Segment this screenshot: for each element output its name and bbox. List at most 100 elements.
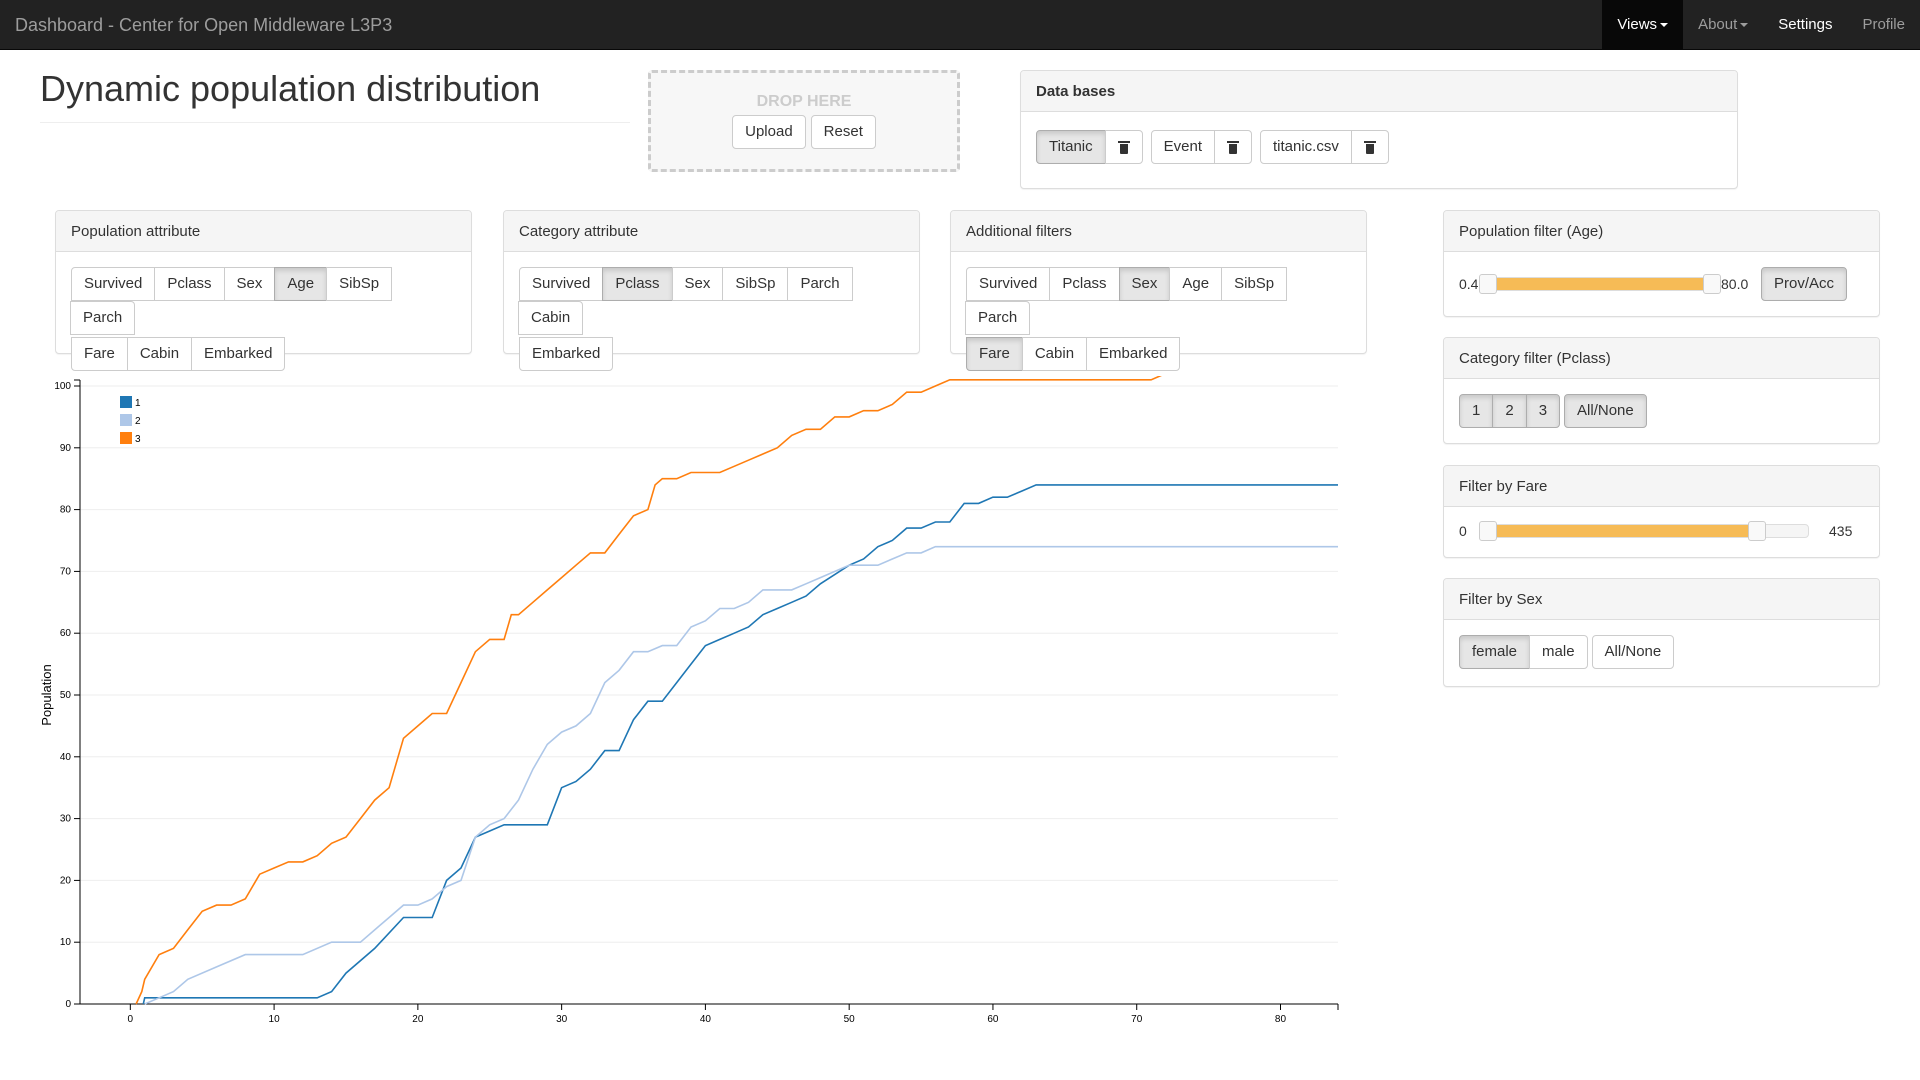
sex-all-none-button[interactable]: All/None	[1591, 635, 1675, 669]
x-tick-label: 70	[1131, 1014, 1143, 1025]
fare-slider-min-handle[interactable]	[1479, 521, 1497, 541]
pop-attr-sex[interactable]: Sex	[223, 267, 276, 301]
cat-attr-sex[interactable]: Sex	[671, 267, 724, 301]
pop-attr-sibsp[interactable]: SibSp	[326, 267, 393, 301]
y-tick-label: 10	[60, 937, 72, 948]
cat-attr-embarked[interactable]: Embarked	[519, 337, 614, 371]
y-tick-label: 100	[54, 381, 71, 392]
add-filter-sex[interactable]: Sex	[1118, 267, 1171, 301]
nav-settings[interactable]: Settings	[1763, 0, 1847, 50]
x-tick-label: 0	[128, 1014, 134, 1025]
y-tick-label: 80	[60, 505, 72, 516]
x-tick-label: 40	[700, 1014, 712, 1025]
age-range-slider[interactable]	[1479, 274, 1721, 294]
cat-attr-pclass[interactable]: Pclass	[602, 267, 673, 301]
page-title: Dynamic population distribution	[40, 68, 630, 123]
trash-icon	[1117, 140, 1130, 155]
y-axis-label: Population	[39, 664, 54, 725]
app-brand[interactable]: Dashboard - Center for Open Middleware L…	[15, 0, 392, 50]
nav-views-dropdown[interactable]: Views	[1602, 0, 1684, 50]
y-tick-label: 60	[60, 628, 72, 639]
add-filter-sibsp[interactable]: SibSp	[1221, 267, 1288, 301]
y-tick-label: 70	[60, 566, 72, 577]
legend-label-class-1: 1	[135, 398, 141, 409]
pop-attr-age[interactable]: Age	[274, 267, 328, 301]
age-slider-fill	[1488, 278, 1712, 290]
databases-heading: Data bases	[1021, 71, 1737, 112]
population-attribute-heading: Population attribute	[56, 211, 471, 252]
pop-attr-fare[interactable]: Fare	[71, 337, 128, 371]
prov-acc-button[interactable]: Prov/Acc	[1761, 267, 1848, 301]
category-attribute-panel: Category attribute Survived Pclass Sex S…	[503, 210, 920, 371]
pop-attr-parch[interactable]: Parch	[70, 301, 136, 335]
pop-attr-embarked[interactable]: Embarked	[191, 337, 286, 371]
x-tick-label: 10	[269, 1014, 281, 1025]
pop-attr-cabin[interactable]: Cabin	[126, 337, 193, 371]
cat-attr-survived[interactable]: Survived	[519, 267, 604, 301]
y-tick-label: 40	[60, 752, 72, 763]
delete-event-button[interactable]	[1213, 130, 1252, 164]
age-slider-min-handle[interactable]	[1479, 274, 1497, 294]
reset-button[interactable]: Reset	[810, 115, 876, 149]
cat-attr-parch[interactable]: Parch	[787, 267, 853, 301]
trash-icon	[1363, 140, 1376, 155]
pclass-filter-2[interactable]: 2	[1492, 394, 1527, 428]
add-filter-embarked[interactable]: Embarked	[1086, 337, 1181, 371]
add-filter-age[interactable]: Age	[1169, 267, 1223, 301]
drop-here-label: DROP HERE	[756, 93, 852, 110]
add-filter-cabin[interactable]: Cabin	[1021, 337, 1088, 371]
series-line-class-2	[144, 545, 1338, 1005]
nav-profile[interactable]: Profile	[1847, 0, 1920, 50]
additional-filters-heading: Additional filters	[951, 211, 1366, 252]
legend-swatch-class-3	[120, 432, 132, 444]
sex-filter-female[interactable]: female	[1459, 635, 1531, 669]
database-titanic-button[interactable]: Titanic	[1036, 130, 1106, 164]
delete-titanic-button[interactable]	[1104, 130, 1143, 164]
nav-about-dropdown[interactable]: About	[1683, 0, 1763, 50]
add-filter-pclass[interactable]: Pclass	[1049, 267, 1120, 301]
fare-filter-heading: Filter by Fare	[1444, 466, 1879, 507]
sex-filter-male[interactable]: male	[1529, 635, 1588, 669]
caret-down-icon	[1660, 23, 1669, 28]
nav-views-label: Views	[1617, 16, 1658, 33]
category-attribute-heading: Category attribute	[504, 211, 919, 252]
pop-attr-pclass[interactable]: Pclass	[154, 267, 225, 301]
population-filter-heading: Population filter (Age)	[1444, 211, 1879, 252]
series-line-class-3	[135, 376, 1162, 1005]
databases-panel: Data bases Titanic Event titanic.csv	[1020, 70, 1738, 189]
legend-swatch-class-2	[120, 414, 132, 426]
top-navbar: Dashboard - Center for Open Middleware L…	[0, 0, 1920, 50]
file-drop-zone[interactable]: DROP HERE Upload Reset	[648, 70, 960, 172]
add-filter-survived[interactable]: Survived	[966, 267, 1051, 301]
category-filter-heading: Category filter (Pclass)	[1444, 338, 1879, 379]
y-tick-label: 50	[60, 690, 72, 701]
nav-menu: Views About Settings Profile	[1602, 0, 1920, 50]
delete-titanic-csv-button[interactable]	[1350, 130, 1389, 164]
population-line-chart: 0 10 20 30 40 50 60 70 80 90 100 0 10 20 30 40 50 60 70 80 P…	[39, 376, 1339, 1025]
add-filter-fare[interactable]: Fare	[966, 337, 1023, 371]
fare-slider-max-handle[interactable]	[1747, 521, 1766, 541]
x-tick-label: 60	[987, 1014, 999, 1025]
database-titanic-csv-button[interactable]: titanic.csv	[1259, 130, 1352, 164]
cat-attr-sibsp[interactable]: SibSp	[722, 267, 789, 301]
y-tick-label: 20	[60, 875, 72, 886]
pclass-all-none-button[interactable]: All/None	[1564, 394, 1647, 428]
series-line-class-1	[142, 484, 1338, 1005]
fare-max-value: 435	[1829, 523, 1853, 539]
legend-label-class-2: 2	[135, 416, 141, 427]
database-event-button[interactable]: Event	[1150, 130, 1215, 164]
pclass-filter-1[interactable]: 1	[1459, 394, 1494, 428]
upload-button[interactable]: Upload	[732, 115, 806, 149]
pclass-filter-3[interactable]: 3	[1525, 394, 1561, 428]
x-tick-label: 80	[1275, 1014, 1287, 1025]
x-tick-label: 30	[556, 1014, 568, 1025]
cat-attr-cabin[interactable]: Cabin	[518, 301, 584, 335]
age-slider-max-handle[interactable]	[1703, 274, 1721, 294]
age-max-value: 80.0	[1721, 276, 1749, 292]
nav-about-label: About	[1698, 16, 1738, 33]
pop-attr-survived[interactable]: Survived	[71, 267, 156, 301]
fare-range-slider[interactable]	[1479, 521, 1809, 541]
legend-label-class-3: 3	[135, 434, 141, 445]
x-tick-label: 20	[412, 1014, 424, 1025]
add-filter-parch[interactable]: Parch	[965, 301, 1031, 335]
